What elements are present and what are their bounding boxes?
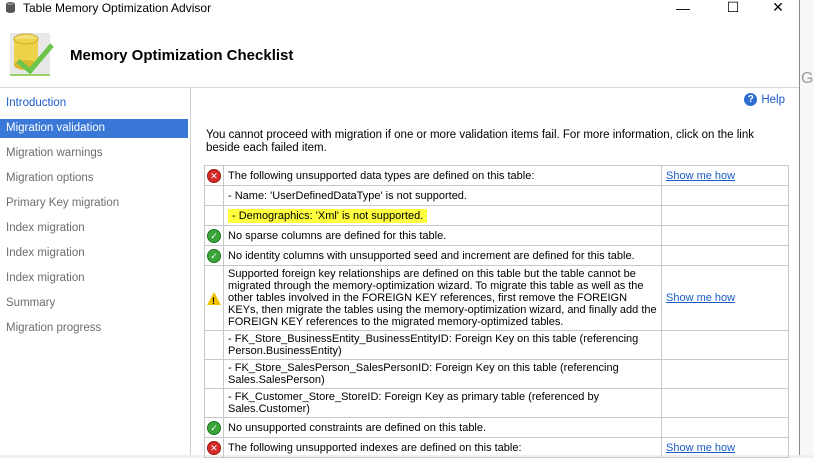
table-row: ✕ The following unsupported data types a…	[204, 165, 789, 186]
warning-icon: !	[207, 291, 221, 306]
link-cell	[661, 359, 789, 389]
error-icon: ✕	[207, 440, 221, 455]
table-row: ! Supported foreign key relationships ar…	[204, 265, 789, 331]
nav-step-migration-validation[interactable]: Migration validation	[0, 119, 188, 138]
message-cell: The following unsupported data types are…	[223, 165, 662, 186]
link-cell	[661, 245, 789, 266]
table-row: ✓ No unsupported constraints are defined…	[204, 417, 789, 438]
database-icon	[6, 2, 15, 13]
status-cell	[204, 388, 224, 418]
close-button[interactable]: ✕	[755, 0, 801, 17]
message-cell: - Demographics: 'Xml' is not supported.	[223, 205, 662, 226]
message-cell: - FK_Store_BusinessEntity_BusinessEntity…	[223, 330, 662, 360]
table-row: - FK_Store_BusinessEntity_BusinessEntity…	[204, 330, 789, 360]
status-cell: !	[204, 265, 224, 331]
intro-text: You cannot proceed with migration if one…	[206, 129, 755, 154]
link-cell	[661, 330, 789, 360]
message-cell: - FK_Store_SalesPerson_SalesPersonID: Fo…	[223, 359, 662, 389]
highlighted-message: - Demographics: 'Xml' is not supported.	[228, 208, 428, 223]
table-row: - FK_Customer_Store_StoreID: Foreign Key…	[204, 388, 789, 418]
table-row: - Demographics: 'Xml' is not supported.	[204, 205, 789, 226]
error-icon: ✕	[207, 168, 221, 183]
nav-step-index-migration: Index migration	[6, 272, 85, 284]
nav-step-index-migration: Index migration	[6, 222, 85, 234]
validation-content: ? Help You cannot proceed with migration…	[192, 88, 799, 458]
nav-step-migration-progress: Migration progress	[6, 322, 102, 334]
table-row: ✓ No identity columns with unsupported s…	[204, 245, 789, 266]
help-icon: ?	[744, 93, 758, 106]
link-cell	[661, 185, 789, 206]
table-row: - FK_Store_SalesPerson_SalesPersonID: Fo…	[204, 359, 789, 389]
background-window-edge: G	[800, 0, 814, 455]
nav-step-summary: Summary	[6, 297, 56, 309]
link-cell	[661, 388, 789, 418]
background-window-text: G	[801, 70, 814, 87]
advisor-window: Table Memory Optimization Advisor — ☐ ✕ …	[0, 0, 800, 458]
help-link[interactable]: ? Help	[744, 93, 785, 106]
status-cell	[204, 359, 224, 389]
nav-step-introduction[interactable]: Introduction	[0, 94, 188, 113]
link-cell	[661, 225, 789, 246]
message-cell: No identity columns with unsupported see…	[223, 245, 662, 266]
nav-step-migration-warnings: Migration warnings	[6, 147, 103, 159]
validation-results-table: ✕ The following unsupported data types a…	[204, 165, 789, 458]
status-cell: ✓	[204, 245, 224, 266]
status-cell	[204, 205, 224, 226]
link-cell	[661, 417, 789, 438]
nav-step-primary-key-migration: Primary Key migration	[6, 197, 120, 209]
maximize-button[interactable]: ☐	[710, 0, 756, 17]
table-row: - Name: 'UserDefinedDataType' is not sup…	[204, 185, 789, 206]
show-me-how-link[interactable]: Show me how	[661, 265, 789, 331]
wizard-header: Memory Optimization Checklist	[0, 17, 799, 88]
message-cell: No sparse columns are defined for this t…	[223, 225, 662, 246]
link-cell	[661, 205, 789, 226]
nav-step-index-migration: Index migration	[6, 247, 85, 259]
database-check-icon	[10, 33, 54, 76]
help-label: Help	[761, 93, 785, 106]
check-icon: ✓	[207, 248, 221, 263]
status-cell	[204, 330, 224, 360]
window-title: Table Memory Optimization Advisor	[23, 1, 212, 15]
status-cell	[204, 185, 224, 206]
show-me-how-link[interactable]: Show me how	[661, 165, 789, 186]
table-row: ✓ No sparse columns are defined for this…	[204, 225, 789, 246]
message-cell: - Name: 'UserDefinedDataType' is not sup…	[223, 185, 662, 206]
title-bar[interactable]: Table Memory Optimization Advisor — ☐ ✕	[0, 0, 799, 17]
nav-step-migration-options: Migration options	[6, 172, 94, 184]
wizard-steps-sidebar: Introduction Migration validation Migrat…	[0, 88, 191, 455]
check-icon: ✓	[207, 228, 221, 243]
status-cell: ✓	[204, 225, 224, 246]
message-cell: - FK_Customer_Store_StoreID: Foreign Key…	[223, 388, 662, 418]
message-cell: Supported foreign key relationships are …	[223, 265, 662, 331]
minimize-button[interactable]: —	[660, 0, 706, 17]
status-cell: ✓	[204, 417, 224, 438]
message-cell: No unsupported constraints are defined o…	[223, 417, 662, 438]
check-icon: ✓	[207, 420, 221, 435]
status-cell: ✕	[204, 165, 224, 186]
page-title: Memory Optimization Checklist	[70, 47, 294, 64]
